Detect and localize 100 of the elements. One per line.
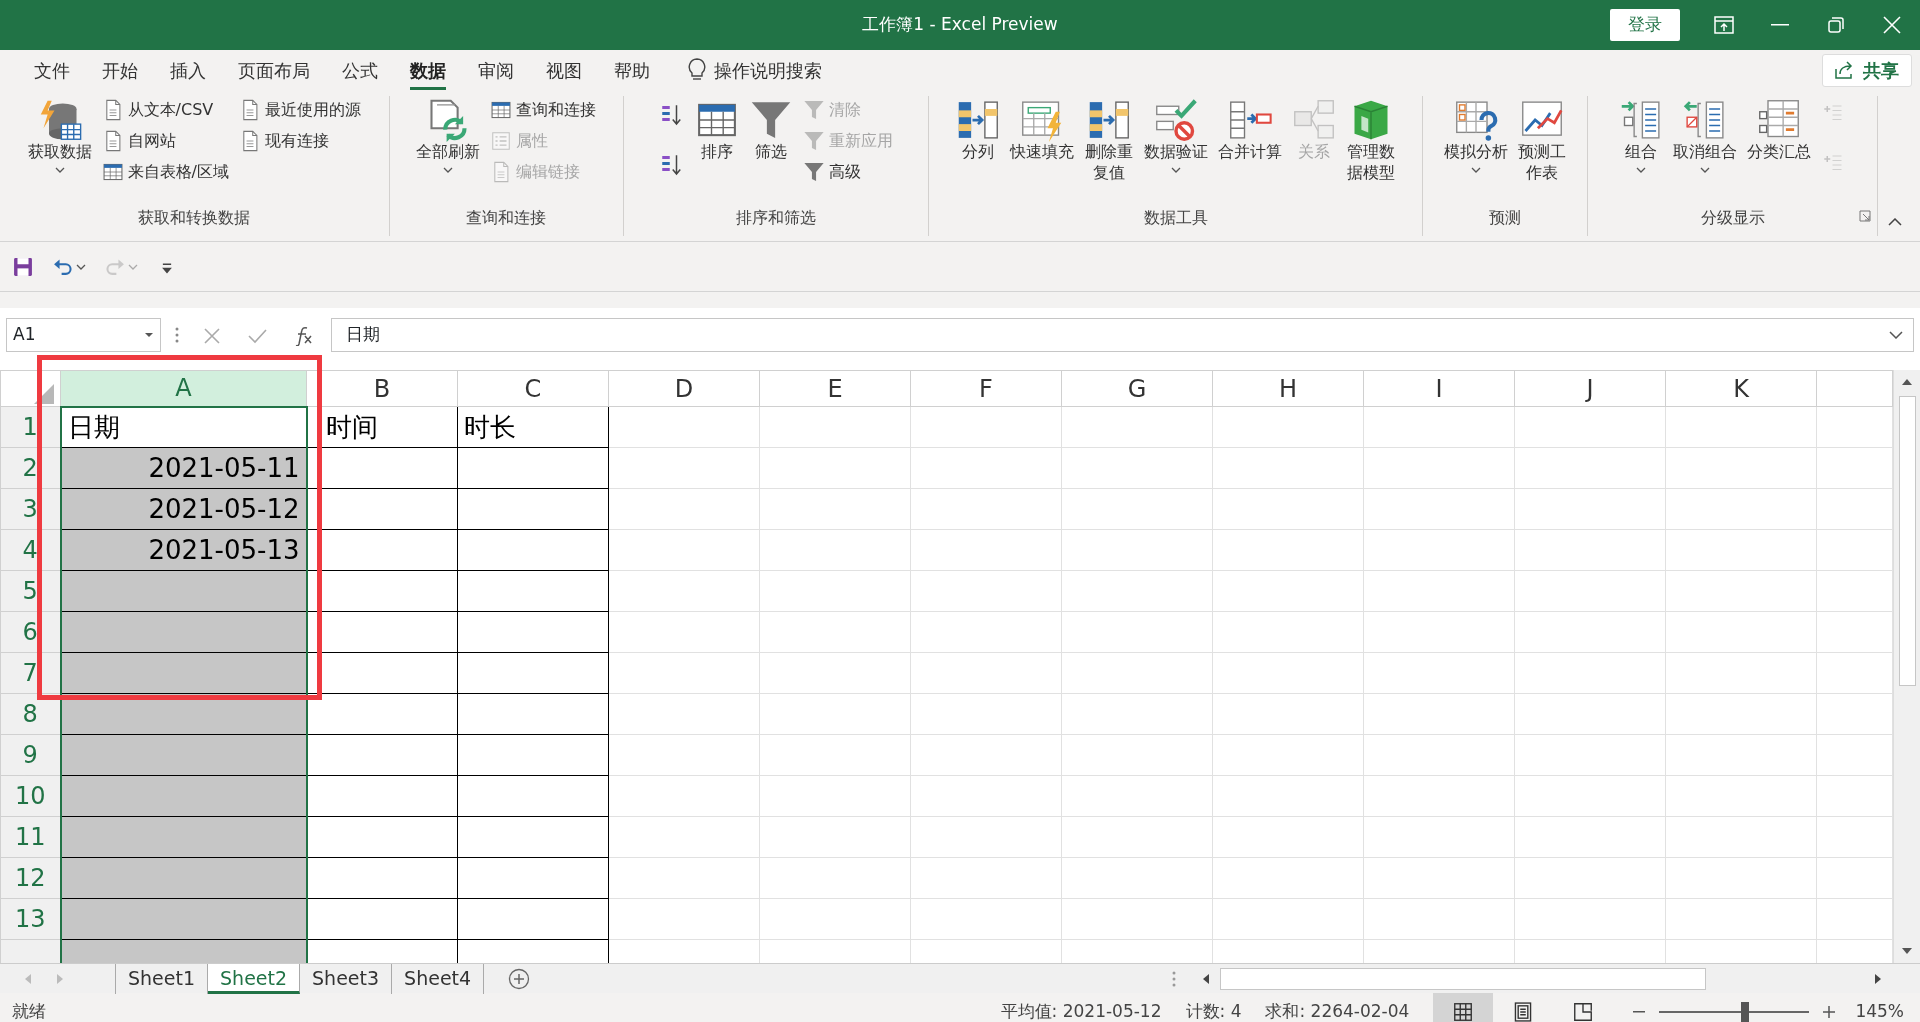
sheet-tab[interactable]: Sheet2 [208,963,301,994]
column-header[interactable]: H [1212,370,1364,407]
column-header[interactable]: B [306,370,458,407]
column-header[interactable]: D [608,370,760,407]
ribbon-button[interactable]: 排序 [692,96,743,165]
table-cell: 2021-05-11 [60,447,307,489]
status-mode: 就绪 [12,999,46,1022]
column-header[interactable]: K [1665,370,1817,407]
column-header[interactable]: I [1363,370,1515,407]
ribbon-tab[interactable]: 数据 [394,52,462,88]
ribbon-button[interactable]: 分类汇总 [1743,96,1814,165]
ribbon-button[interactable]: 快速填充 [1007,96,1078,165]
status-average: 平均值: 2021-05-12 [1000,999,1162,1022]
row-header[interactable]: 11 [0,816,61,858]
table-question-icon [1453,98,1498,142]
ribbon-button[interactable]: 自网站 [98,127,232,155]
ribbon-button[interactable]: 删除重复值 [1081,96,1137,186]
ribbon-tab[interactable]: 开始 [86,52,154,88]
close-icon [1883,16,1901,34]
zoom-level[interactable]: 145% [1855,998,1904,1022]
caret-icon [1699,166,1710,173]
ribbon-button[interactable]: 筛选 [746,96,797,165]
ribbon-tab[interactable]: 视图 [530,52,598,88]
function-icon [293,325,315,346]
group-title: 预测 [1489,207,1522,229]
funnel-icon [803,130,826,152]
slider-thumb[interactable] [1740,1001,1749,1022]
column-header[interactable]: E [759,370,911,407]
minus-icon [1633,1010,1646,1013]
ribbon-tab[interactable]: 页面布局 [222,52,326,88]
ribbon-button[interactable]: 数据验证 [1140,96,1211,175]
caret-icon [1635,166,1646,173]
select-all-corner[interactable] [0,370,61,407]
ribbon-button[interactable]: 分列 [953,96,1004,165]
ribbon-tab[interactable]: 文件 [18,52,86,88]
scroll-thumb[interactable] [1898,396,1916,686]
grip-icon [175,326,179,344]
chevron-up-icon [1888,217,1902,226]
column-header[interactable]: A [60,370,307,407]
ribbon-button[interactable]: 来自表格/区域 [98,158,232,186]
relationship-icon [1291,98,1336,142]
name-box[interactable]: A1 [6,318,161,352]
row-header[interactable]: 9 [0,734,61,776]
tell-me-search[interactable]: 操作说明搜索 [682,55,828,85]
ribbon-tab[interactable]: 帮助 [598,52,666,88]
ribbon-button[interactable]: 获取数据 [24,96,95,175]
ribbon-button[interactable]: 合并计算 [1214,96,1285,165]
add-sheet-button[interactable] [508,966,531,991]
scroll-thumb[interactable] [1220,967,1706,990]
expand-icon [1889,331,1903,339]
sheet-tab[interactable]: Sheet4 [392,963,485,994]
sheet-tab[interactable]: Sheet3 [300,963,393,994]
ribbon-button[interactable]: 取消组合 [1669,96,1740,175]
row-header[interactable]: 10 [0,775,61,817]
grid-view-icon [1452,1000,1475,1022]
ribbon-button[interactable]: 全部刷新 [413,96,484,175]
column-header[interactable]: F [910,370,1062,407]
caret-icon [76,263,86,270]
funnel-icon [803,161,826,183]
column-header[interactable]: J [1514,370,1666,407]
page-break-icon [1572,1000,1595,1022]
sign-in-button[interactable]: 登录 [1610,9,1680,41]
caret-icon [128,263,138,270]
column-header[interactable]: G [1061,370,1213,407]
ribbon-button[interactable]: 最近使用的源 [236,96,364,124]
caret-icon [1470,166,1481,173]
row-header[interactable]: 13 [0,898,61,940]
ribbon-button[interactable]: 组合 [1615,96,1666,175]
caret-icon [144,332,154,338]
window-title: 工作簿1 - Excel Preview [862,13,1058,37]
ribbon-tab[interactable]: 审阅 [462,52,530,88]
dialog-launcher-icon[interactable] [1859,210,1871,222]
group-title: 分级显示 [1700,207,1765,229]
plus-circle-icon [508,968,531,990]
up-arrow-icon [1901,378,1913,386]
ribbon-tab[interactable]: 插入 [154,52,222,88]
share-button[interactable]: 共享 [1822,53,1912,87]
ribbon-tab[interactable]: 公式 [326,52,394,88]
row-header[interactable]: 8 [0,693,61,735]
ribbon-button[interactable]: 预测工作表 [1514,96,1571,186]
ribbon-button[interactable]: 管理数据模型 [1342,96,1399,186]
caret-icon [1170,166,1181,173]
ribbon-button[interactable]: 模拟分析 [1440,96,1511,175]
right-arrow-icon [1874,973,1882,985]
group-title: 数据工具 [1143,207,1208,229]
column-header[interactable]: C [457,370,609,407]
columns-icon [956,98,1001,142]
ribbon-button[interactable]: 查询和连接 [487,96,600,124]
ribbon-button[interactable]: 现有连接 [236,127,364,155]
group-title: 排序和筛选 [736,207,817,229]
ribbon-button[interactable]: 从文本/CSV [98,96,232,124]
ribbon-button[interactable]: 高级 [800,158,897,186]
formula-field[interactable]: 日期 [331,318,1914,352]
row-header[interactable]: 12 [0,857,61,899]
merge-icon [1227,98,1272,142]
ungroup-icon [1682,98,1727,142]
left-arrow-icon [24,973,32,985]
view-button[interactable] [1433,993,1494,1022]
table-icon [490,99,513,121]
status-count: 计数: 4 [1185,999,1242,1022]
